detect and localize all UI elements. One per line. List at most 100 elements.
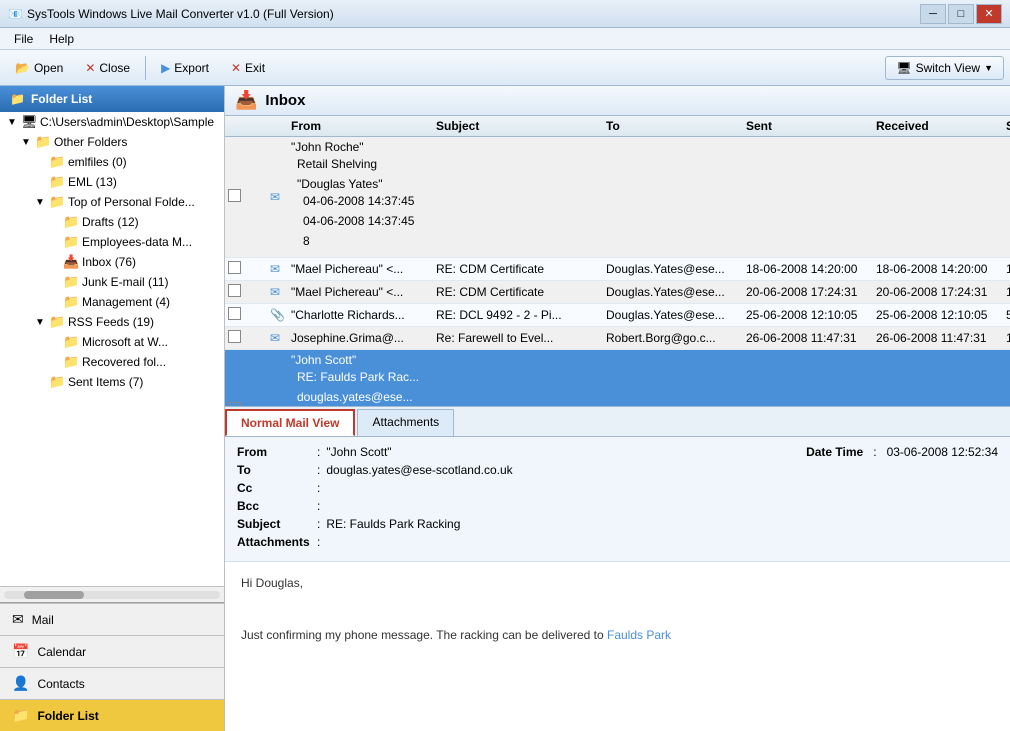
sidebar-horizontal-scrollbar[interactable] xyxy=(0,586,224,602)
maximize-button[interactable]: □ xyxy=(948,4,974,24)
open-button[interactable]: 📂 Open xyxy=(6,57,72,79)
col-from-header[interactable]: From xyxy=(285,116,430,136)
subject-value: RE: Faulds Park Racking xyxy=(326,517,998,531)
close-button[interactable]: ✕ xyxy=(976,4,1002,24)
col-received-header[interactable]: Received xyxy=(870,116,1000,136)
tree-item-drafts[interactable]: 📁 Drafts (12) xyxy=(0,212,224,232)
folder-icon: 📁 xyxy=(49,194,65,210)
email-row[interactable]: ✉ "John Scott" RE: Faulds Park Rac... do… xyxy=(225,350,1010,406)
row-sent: 04-06-2008 14:37:45 xyxy=(297,191,427,211)
row-checkbox[interactable] xyxy=(225,327,249,349)
folder-icon: 📁 xyxy=(63,294,79,310)
tree-item-rss[interactable]: ▼ 📁 RSS Feeds (19) xyxy=(0,312,224,332)
from-value: "John Scott" xyxy=(326,445,806,459)
menu-help[interactable]: Help xyxy=(41,30,82,48)
inbox-icon: 📥 xyxy=(235,90,257,111)
tree-toggle[interactable]: ▼ xyxy=(34,317,46,328)
close-button-toolbar[interactable]: ✕ Close xyxy=(76,57,139,79)
tree-item-other[interactable]: ▼ 📁 Other Folders xyxy=(0,132,224,152)
scrollbar-thumb[interactable] xyxy=(24,591,84,599)
nav-label-contacts: Contacts xyxy=(37,677,84,691)
row-from: "John Roche" Retail Shelving "Douglas Ya… xyxy=(285,137,430,257)
preview-cc-row: Cc : xyxy=(237,481,998,495)
row-checkbox[interactable] xyxy=(225,304,249,326)
row-subject: Re: Farewell to Evel... xyxy=(430,328,600,348)
cc-colon: : xyxy=(317,481,320,495)
row-flag xyxy=(249,289,267,295)
tree-label: emlfiles (0) xyxy=(68,155,220,169)
tree-item-employees[interactable]: 📁 Employees-data M... xyxy=(0,232,224,252)
exit-button[interactable]: ✕ Exit xyxy=(222,57,274,79)
row-received: 25-06-2008 12:10:05 xyxy=(870,305,1000,325)
tree-item-management[interactable]: 📁 Management (4) xyxy=(0,292,224,312)
tree-item-microsoft[interactable]: 📁 Microsoft at W... xyxy=(0,332,224,352)
subject-colon: : xyxy=(317,517,320,531)
preview-to-row: To : douglas.yates@ese-scotland.co.uk xyxy=(237,463,998,477)
tree-item-recovered[interactable]: 📁 Recovered fol... xyxy=(0,352,224,372)
email-row[interactable]: ✉ Josephine.Grima@... Re: Farewell to Ev… xyxy=(225,327,1010,350)
preview-tab-attachments[interactable]: Attachments xyxy=(357,409,454,436)
app-icon: 📧 xyxy=(8,7,23,21)
col-to-header[interactable]: To xyxy=(600,116,740,136)
row-to: douglas.yates@ese... xyxy=(291,387,430,406)
menu-file[interactable]: File xyxy=(6,30,41,48)
preview-body-line: Just confirming my phone message. The ra… xyxy=(241,626,994,644)
nav-icon-calendar: 📅 xyxy=(12,643,29,660)
tree-toggle[interactable]: ▼ xyxy=(6,117,18,128)
row-received: 26-06-2008 11:47:31 xyxy=(870,328,1000,348)
row-subject: Retail Shelving xyxy=(291,154,430,174)
tree-toggle[interactable]: ▼ xyxy=(34,197,46,208)
folder-icon: 📁 xyxy=(49,174,65,190)
tree-item-root[interactable]: ▼ 🖥 C:\Users\admin\Desktop\Sample xyxy=(0,112,224,132)
col-flag xyxy=(249,116,267,136)
preview-body: Hi Douglas, Just confirming my phone mes… xyxy=(225,562,1010,731)
nav-btn-folder_list[interactable]: 📁 Folder List xyxy=(0,699,224,731)
export-button[interactable]: ▶ Export xyxy=(152,57,218,79)
tree-item-emlfiles[interactable]: 📁 emlfiles (0) xyxy=(0,152,224,172)
row-checkbox[interactable] xyxy=(225,186,249,208)
email-row[interactable]: ✉ "Mael Pichereau" <... RE: CDM Certific… xyxy=(225,258,1010,281)
tree-toggle[interactable]: ▼ xyxy=(20,137,32,148)
folder-list-icon: 📁 xyxy=(10,92,25,106)
to-label: To xyxy=(237,463,317,477)
email-row[interactable]: 📎 "Charlotte Richards... RE: DCL 9492 - … xyxy=(225,304,1010,327)
tree-item-junk[interactable]: 📁 Junk E-mail (11) xyxy=(0,272,224,292)
tree-item-top[interactable]: ▼ 📁 Top of Personal Folde... xyxy=(0,192,224,212)
col-subject-header[interactable]: Subject xyxy=(430,116,600,136)
folder-icon: 📥 xyxy=(63,254,79,270)
row-checkbox[interactable] xyxy=(225,399,249,406)
email-table[interactable]: ✉ "John Roche" Retail Shelving "Douglas … xyxy=(225,137,1010,406)
col-size-header[interactable]: Size(KB) xyxy=(1000,116,1010,136)
folder-tree[interactable]: ▼ 🖥 C:\Users\admin\Desktop\Sample ▼ 📁 Ot… xyxy=(0,112,224,586)
titlebar: 📧 SysTools Windows Live Mail Converter v… xyxy=(0,0,1010,28)
tree-label: Other Folders xyxy=(54,135,220,149)
row-checkbox[interactable] xyxy=(225,258,249,280)
datetime-value: 03-06-2008 12:52:34 xyxy=(887,445,998,459)
row-from: "John Scott" RE: Faulds Park Rac... doug… xyxy=(285,350,430,406)
to-colon: : xyxy=(317,463,320,477)
row-checkbox[interactable] xyxy=(225,281,249,303)
tree-item-eml[interactable]: 📁 EML (13) xyxy=(0,172,224,192)
row-sent: 25-06-2008 12:10:05 xyxy=(740,305,870,325)
row-subject: RE: CDM Certificate xyxy=(430,282,600,302)
datetime-colon: : xyxy=(873,445,876,459)
email-row[interactable]: ✉ "John Roche" Retail Shelving "Douglas … xyxy=(225,137,1010,258)
tree-item-inbox[interactable]: 📥 Inbox (76) xyxy=(0,252,224,272)
preview-body-line xyxy=(241,600,994,618)
nav-btn-calendar[interactable]: 📅 Calendar xyxy=(0,635,224,667)
toolbar: 📂 Open ✕ Close ▶ Export ✕ Exit 🖥 Switch … xyxy=(0,50,1010,86)
row-size: 51 xyxy=(1000,305,1010,325)
window-controls: ─ □ ✕ xyxy=(920,4,1002,24)
switch-view-button[interactable]: 🖥 Switch View ▼ xyxy=(885,56,1004,80)
row-flag xyxy=(249,312,267,318)
preview-bcc-row: Bcc : xyxy=(237,499,998,513)
tree-item-sent[interactable]: 📁 Sent Items (7) xyxy=(0,372,224,392)
email-row[interactable]: ✉ "Mael Pichereau" <... RE: CDM Certific… xyxy=(225,281,1010,304)
col-sent-header[interactable]: Sent xyxy=(740,116,870,136)
preview-tab-normal[interactable]: Normal Mail View xyxy=(225,409,355,436)
minimize-button[interactable]: ─ xyxy=(920,4,946,24)
preview-from-row: From : "John Scott" Date Time : 03-06-20… xyxy=(237,445,998,459)
nav-btn-contacts[interactable]: 👤 Contacts xyxy=(0,667,224,699)
nav-btn-mail[interactable]: ✉ Mail xyxy=(0,603,224,635)
folder-icon: 📁 xyxy=(63,234,79,250)
